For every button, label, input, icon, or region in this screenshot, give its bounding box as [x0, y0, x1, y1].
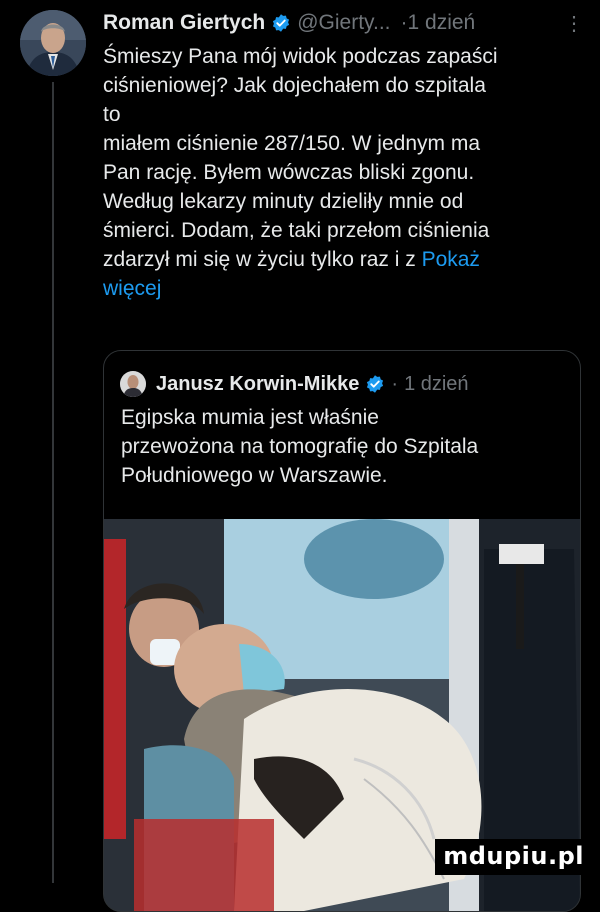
quoted-avatar-photo [120, 371, 146, 397]
author-handle[interactable]: @Gierty... [297, 11, 390, 35]
quoted-verified-badge-icon [367, 375, 384, 393]
site-watermark: mdupiu.pl [435, 839, 592, 875]
tweet-text: Śmieszy Pana mój widok podczas zapaści c… [103, 42, 583, 303]
tweet: Roman Giertych @Gierty... · 1 dzień ⋮ Śm… [103, 4, 584, 303]
tweet-header: Roman Giertych @Gierty... · 1 dzień ⋮ [103, 4, 584, 42]
tweet-time[interactable]: 1 dzień [408, 11, 476, 35]
verified-badge-icon [273, 14, 290, 32]
quoted-tweet-header: Janusz Korwin-Mikke · 1 dzień [120, 367, 580, 401]
time-separator: · [400, 11, 408, 34]
author-name[interactable]: Roman Giertych [103, 11, 265, 35]
author-avatar[interactable] [20, 10, 86, 76]
quoted-author-avatar[interactable] [120, 371, 146, 397]
avatar-photo [20, 10, 86, 76]
quoted-author-name[interactable]: Janusz Korwin-Mikke [156, 373, 359, 396]
quoted-tweet-text: Egipska mumia jest właśnie przewożona na… [121, 406, 479, 487]
quoted-time[interactable]: 1 dzień [404, 373, 469, 396]
thread-line [52, 82, 54, 883]
quoted-time-separator: · [391, 372, 399, 395]
more-icon[interactable]: ⋮ [564, 11, 584, 36]
quoted-tweet[interactable]: Janusz Korwin-Mikke · 1 dzień Egipska mu… [103, 350, 581, 912]
tweet-text-content: Śmieszy Pana mój widok podczas zapaści c… [103, 45, 498, 271]
